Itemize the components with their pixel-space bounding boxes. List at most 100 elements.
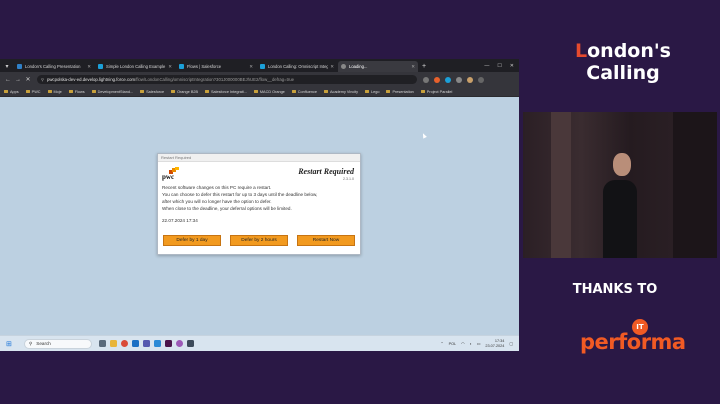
browser-tab[interactable]: Simple London Calling Example ✕	[95, 61, 175, 72]
bookmark-item[interactable]: Moje	[47, 90, 62, 94]
dialog-message-line: after which you will no longer have the …	[162, 199, 272, 204]
folder-icon	[420, 90, 425, 93]
windows-taskbar: ⊞ ⚲ Search ⌃ POL ◠ ◖ ▭ 17:34 23.07.2024	[0, 335, 519, 351]
system-tray: ⌃ POL ◠ ◖ ▭ 17:34 23.07.2024 ▢	[440, 339, 519, 348]
app-icon[interactable]	[187, 340, 194, 347]
teams-icon[interactable]	[143, 340, 150, 347]
bookmark-item[interactable]: Lego	[365, 90, 379, 94]
browser-tab[interactable]: London Calling: Omniscript Integ ✕	[257, 61, 337, 72]
camera-background	[673, 112, 717, 258]
bookmark-item[interactable]: DevelopmentStand...	[91, 89, 134, 94]
event-logo-l: L	[575, 40, 588, 62]
taskbar-clock[interactable]: 17:34 23.07.2024	[485, 339, 504, 348]
speaker-head	[613, 153, 631, 176]
volume-icon[interactable]: ◖	[470, 342, 472, 346]
notifications-icon[interactable]: ▢	[509, 341, 513, 346]
folder-icon	[140, 90, 145, 93]
extension-icon[interactable]	[445, 76, 451, 83]
extension-icon[interactable]	[456, 76, 462, 83]
close-tab-icon[interactable]: ✕	[411, 64, 415, 70]
back-icon[interactable]: ←	[3, 77, 13, 83]
language-indicator[interactable]: POL	[449, 342, 457, 346]
camera-background	[551, 112, 571, 258]
bookmark-item[interactable]: Orange B2B	[171, 90, 198, 94]
profile-avatar-icon[interactable]	[467, 76, 473, 83]
browser-tab[interactable]: London's Calling Presentation ✕	[14, 61, 94, 72]
defer-2-hours-button[interactable]: Defer by 2 hours	[230, 235, 288, 246]
bookmark-item[interactable]: PWC	[25, 90, 41, 94]
event-logo-line1: London's	[548, 40, 698, 62]
restart-required-dialog: Restart Required pwc Restart Required 2.…	[157, 153, 361, 255]
close-tab-icon[interactable]: ✕	[330, 64, 334, 70]
folder-icon	[91, 90, 96, 93]
site-info-icon[interactable]: ⚲	[41, 77, 44, 82]
bookmark-label: MACD Orange	[259, 89, 285, 94]
bookmark-item[interactable]: Academy Vincity	[324, 90, 358, 94]
minimize-icon[interactable]: —	[484, 61, 489, 72]
taskbar-search-input[interactable]: ⚲ Search	[24, 338, 92, 349]
bookmark-item[interactable]: Presentation	[386, 90, 414, 94]
battery-icon[interactable]: ▭	[477, 341, 481, 346]
dialog-window-title: Restart Required	[158, 154, 360, 162]
browser-tab[interactable]: Flows | Salesforce ✕	[176, 61, 256, 72]
bookmark-item[interactable]: Confluence	[291, 90, 317, 94]
slack-icon[interactable]	[165, 340, 172, 347]
close-tab-icon[interactable]: ✕	[87, 64, 91, 70]
address-bar-row: ← → ✕ ⚲ pwcpolska-dev-ed.develop.lightni…	[0, 72, 519, 87]
folder-icon	[47, 90, 52, 93]
browser-tab-active[interactable]: Loading... ✕	[338, 61, 418, 72]
bookmark-label: DevelopmentStand...	[97, 89, 134, 94]
folder-icon	[253, 90, 258, 93]
close-tab-icon[interactable]: ✕	[249, 64, 253, 70]
folder-icon	[205, 90, 209, 93]
maximize-icon[interactable]: ☐	[497, 61, 501, 72]
event-logo: London's Calling	[548, 40, 698, 84]
thanks-to-heading: THANKS TO	[572, 282, 658, 297]
url-host: pwcpolska-dev-ed.develop.lightning.force…	[46, 77, 136, 82]
app-icon[interactable]	[176, 340, 183, 347]
pwc-logo: pwc	[162, 167, 188, 181]
close-window-icon[interactable]: ✕	[510, 61, 514, 72]
wifi-icon[interactable]: ◠	[461, 341, 464, 346]
bookmark-label: Orange B2B	[177, 89, 198, 94]
bookmark-item[interactable]: Flows	[68, 90, 85, 94]
window-controls: — ☐ ✕	[484, 61, 519, 72]
bookmark-item[interactable]: MACD Orange	[253, 89, 285, 94]
bookmark-item[interactable]: Salesforce	[140, 90, 164, 94]
outlook-icon[interactable]	[132, 340, 139, 347]
url-input[interactable]: ⚲ pwcpolska-dev-ed.develop.lightning.for…	[37, 75, 417, 84]
bookmark-item[interactable]: Apps	[4, 90, 19, 94]
extension-icon[interactable]	[434, 76, 440, 83]
event-logo-line2: Calling	[586, 62, 660, 84]
task-view-icon[interactable]	[99, 340, 106, 347]
stop-loading-icon[interactable]: ✕	[23, 76, 33, 83]
tab-label: Loading...	[349, 64, 368, 69]
dialog-message-line: You can choose to defer this restart for…	[162, 192, 318, 197]
extension-icons	[423, 76, 484, 83]
speaker-camera-feed	[523, 112, 717, 258]
clock-date: 23.07.2024	[485, 343, 505, 348]
new-tab-icon[interactable]: +	[422, 61, 426, 72]
defer-1-day-button[interactable]: Defer by 1 day	[163, 235, 221, 246]
folder-icon	[291, 90, 296, 93]
tab-search-icon[interactable]: ▾	[2, 62, 12, 72]
bookmark-star-icon[interactable]	[423, 76, 429, 83]
tab-favicon-icon	[260, 64, 265, 69]
file-explorer-icon[interactable]	[110, 340, 117, 347]
folder-icon	[25, 90, 30, 93]
dialog-message-line: When close to the deadline, your deferra…	[162, 206, 292, 211]
browser-menu-icon[interactable]	[478, 76, 484, 83]
bookmark-item[interactable]: Salesforce Integrati...	[205, 90, 247, 94]
windows-start-icon[interactable]: ⊞	[6, 340, 18, 348]
vscode-icon[interactable]	[154, 340, 161, 347]
forward-icon[interactable]: →	[13, 77, 23, 83]
close-tab-icon[interactable]: ✕	[168, 64, 172, 70]
chrome-icon[interactable]	[121, 340, 128, 347]
tray-chevron-icon[interactable]: ⌃	[440, 341, 443, 346]
bookmark-item[interactable]: Project Parallel	[420, 90, 452, 94]
dialog-message-line: Recent software changes on this PC requi…	[162, 185, 272, 190]
restart-now-button[interactable]: Restart Now	[297, 235, 355, 246]
page-content: Restart Required pwc Restart Required 2.…	[0, 97, 519, 335]
tab-label: Simple London Calling Example	[106, 64, 166, 69]
bookmark-label: Salesforce Integrati...	[211, 89, 247, 94]
